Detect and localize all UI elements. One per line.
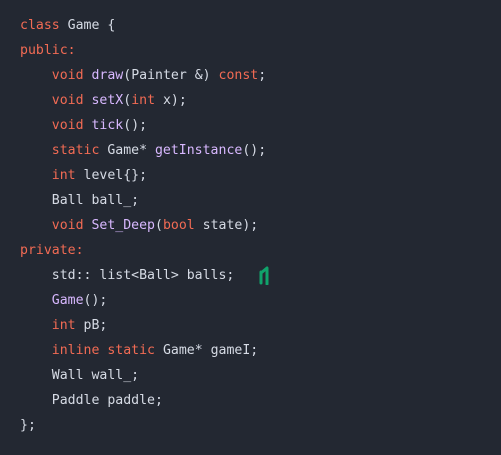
code-token: private: [20,243,84,258]
code-token: Game* [99,143,155,158]
code-token: (); [242,143,267,158]
text-cursor-mark [259,266,269,285]
code-token: Wall wall_; [20,368,140,383]
code-token: void [51,93,84,108]
code-token: draw [91,68,124,83]
code-token: getInstance [154,143,243,158]
code-token: static [107,343,155,358]
code-token: void [51,68,84,83]
code-token: int [131,93,156,108]
code-token: (); [123,118,148,133]
code-token: (Painter &) [123,68,219,83]
code-line: private: [20,238,266,263]
code-token: void [51,218,84,233]
code-token: Paddle paddle; [20,393,163,408]
code-line: void setX(int x); [20,88,266,113]
code-token: inline [51,343,100,358]
code-token: Game [51,293,84,308]
code-token: class [20,18,60,33]
code-token: state); [194,218,259,233]
code-line: inline static Game* gameI; [20,338,266,363]
code-token: level{}; [75,168,148,183]
code-line: void draw(Painter &) const; [20,63,266,88]
code-token: Ball ball_; [20,193,140,208]
code-block: class Game { public: void draw(Painter &)… [0,0,501,455]
code-token: const [218,68,259,83]
code-line: class Game { [20,13,266,38]
code-line: void tick(); [20,113,266,138]
code-token: (); [83,293,108,308]
code-token: int [51,168,76,183]
code-token: void [51,118,84,133]
code-token: public: [20,43,76,58]
code-line: Ball ball_; [20,188,266,213]
code-line: int level{}; [20,163,266,188]
code-token: std:: list<Ball> balls; [20,268,235,283]
code-content[interactable]: class Game { public: void draw(Painter &)… [20,13,266,438]
code-line: public: [20,38,266,63]
code-token: ( [155,218,163,233]
code-line: Game(); [20,288,266,313]
code-line: }; [20,413,266,438]
code-token: x); [155,93,187,108]
code-line: std:: list<Ball> balls; [20,263,266,288]
code-token: bool [162,218,195,233]
code-line: int pB; [20,313,266,338]
code-line: Wall wall_; [20,363,266,388]
code-token: }; [20,418,36,433]
code-token: int [51,318,76,333]
code-token: pB; [75,318,108,333]
code-token: ( [123,93,132,108]
code-line: static Game* getInstance(); [20,138,266,163]
code-token: Game* gameI; [155,343,259,358]
code-token: tick [91,118,124,133]
code-line: void Set_Deep(bool state); [20,213,266,238]
code-token: setX [91,93,124,108]
code-token: static [51,143,100,158]
code-line: Paddle paddle; [20,388,266,413]
code-token: Game { [59,18,116,33]
code-token: ; [258,68,267,83]
code-token: Set_Deep [91,218,156,233]
